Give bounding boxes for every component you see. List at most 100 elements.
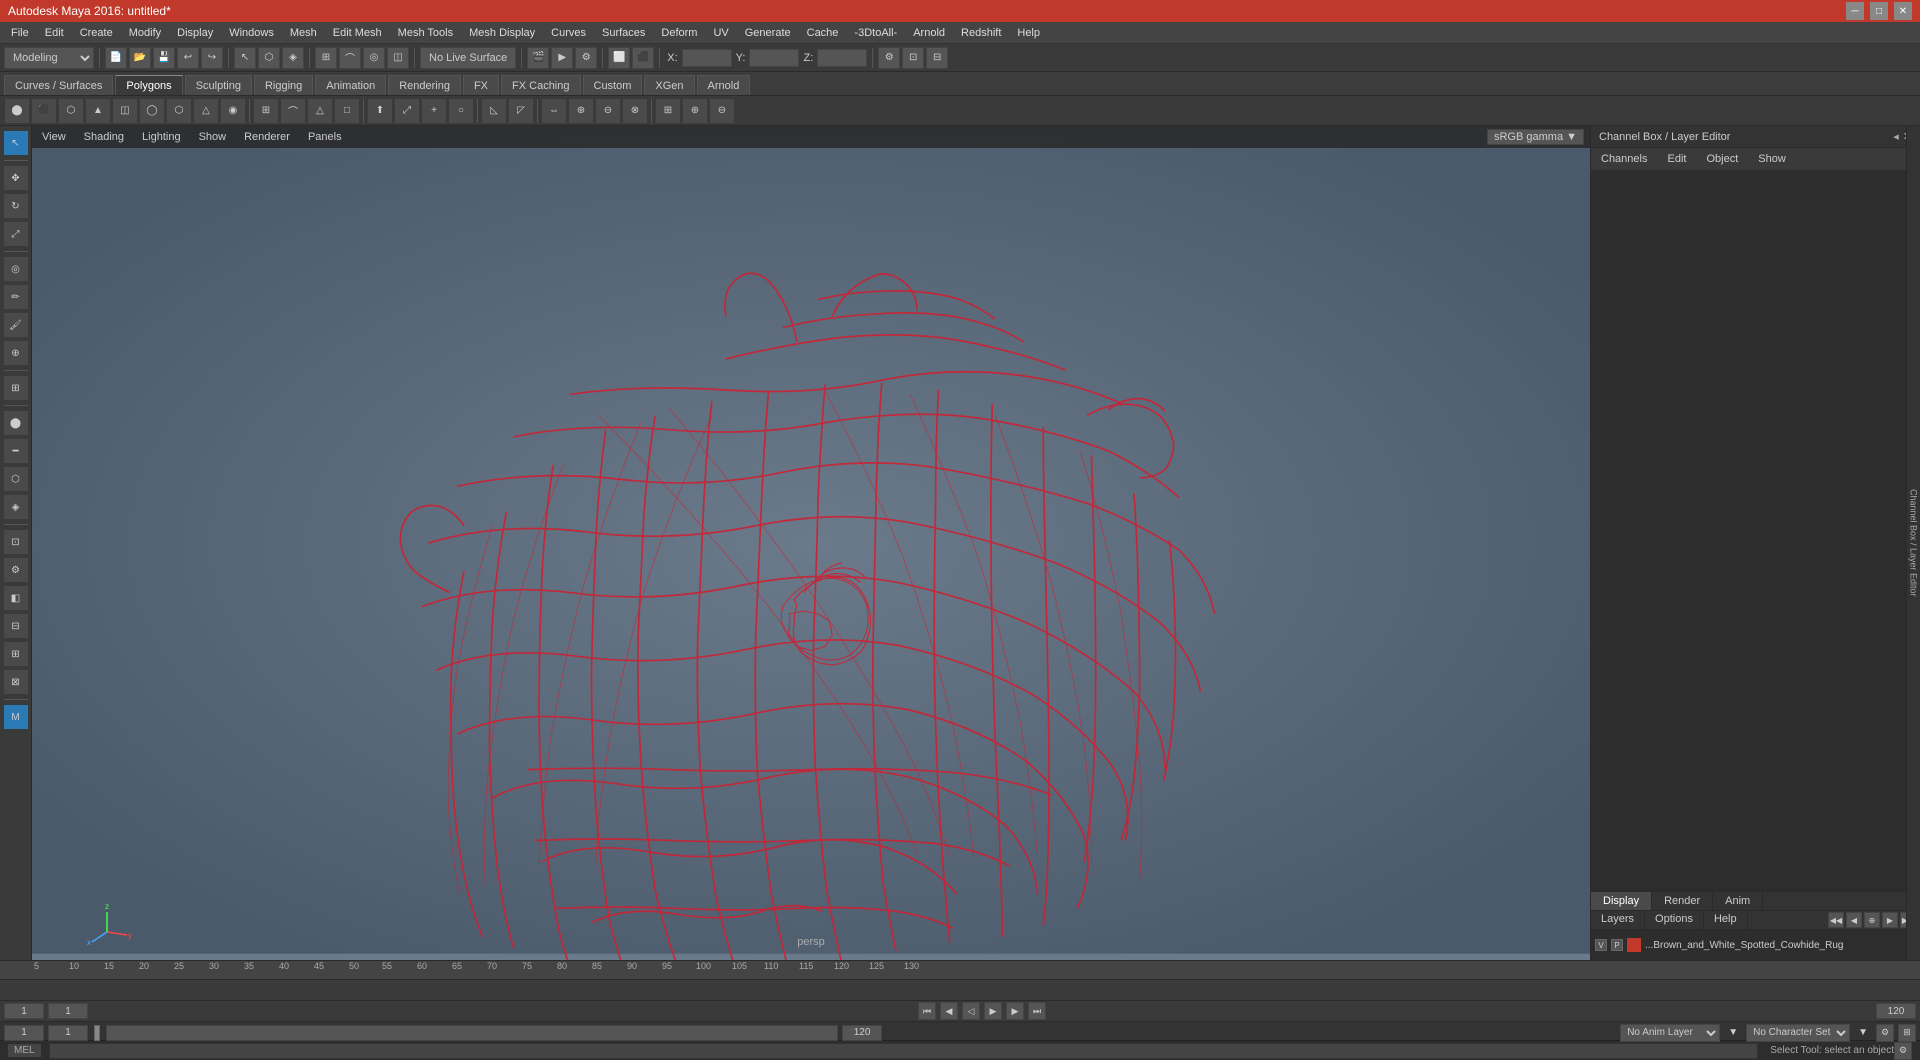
subdivide-btn[interactable]: ⊞ bbox=[253, 98, 279, 124]
channel-box-expand-btn[interactable]: ◂ bbox=[1893, 130, 1899, 143]
scale-btn[interactable]: ⤢ bbox=[3, 221, 29, 247]
mirror-btn[interactable]: ⇔ bbox=[541, 98, 567, 124]
menu-arnold[interactable]: Arnold bbox=[906, 25, 952, 41]
layer-poly-btn[interactable]: P bbox=[1611, 939, 1623, 951]
snap-grid-btn[interactable]: ⊞ bbox=[315, 47, 337, 69]
gamma-selector[interactable]: sRGB gamma ▼ bbox=[1487, 129, 1584, 145]
x-input[interactable] bbox=[682, 49, 732, 67]
right-panel-vtab[interactable]: Channel Box / Layer Editor bbox=[1906, 126, 1920, 960]
current-frame-field[interactable]: 1 bbox=[48, 1003, 88, 1019]
options-sub-tab[interactable]: Options bbox=[1645, 911, 1704, 929]
shrink-sel-btn[interactable]: ⊖ bbox=[709, 98, 735, 124]
vp-renderer-menu[interactable]: Renderer bbox=[240, 130, 294, 144]
extra-btn1[interactable]: ⊡ bbox=[902, 47, 924, 69]
tab-rendering[interactable]: Rendering bbox=[388, 75, 461, 95]
maximize-button[interactable]: □ bbox=[1870, 2, 1888, 20]
display-mode-btn[interactable]: ⊡ bbox=[3, 529, 29, 555]
tab-animation[interactable]: Animation bbox=[315, 75, 386, 95]
menu-help[interactable]: Help bbox=[1010, 25, 1047, 41]
menu-edit[interactable]: Edit bbox=[38, 25, 71, 41]
menu-uv[interactable]: UV bbox=[706, 25, 735, 41]
layer-color-swatch[interactable] bbox=[1627, 938, 1641, 952]
append-btn[interactable]: + bbox=[421, 98, 447, 124]
rewind-to-start-btn[interactable]: ⏮ bbox=[918, 1002, 936, 1020]
selection-constraint-btn[interactable]: ⊞ bbox=[655, 98, 681, 124]
vp-lighting-menu[interactable]: Lighting bbox=[138, 130, 185, 144]
paint-btn[interactable]: ◈ bbox=[282, 47, 304, 69]
tab-fx[interactable]: FX bbox=[463, 75, 499, 95]
soft-mod-btn[interactable]: ◎ bbox=[3, 256, 29, 282]
tab-rigging[interactable]: Rigging bbox=[254, 75, 313, 95]
chamfer-btn[interactable]: ◸ bbox=[508, 98, 534, 124]
mode-selector[interactable]: Modeling bbox=[4, 47, 94, 69]
layer-icon-2[interactable]: ◀ bbox=[1846, 912, 1862, 928]
poly-prism-btn[interactable]: ⬡ bbox=[166, 98, 192, 124]
anim-tab[interactable]: Anim bbox=[1713, 892, 1763, 910]
menu-curves[interactable]: Curves bbox=[544, 25, 593, 41]
layers-sub-tab[interactable]: Layers bbox=[1591, 911, 1645, 929]
no-live-surface-btn[interactable]: No Live Surface bbox=[420, 47, 516, 69]
component3-btn[interactable]: ⬡ bbox=[3, 466, 29, 492]
menu-create[interactable]: Create bbox=[73, 25, 120, 41]
menu-surfaces[interactable]: Surfaces bbox=[595, 25, 652, 41]
menu-deform[interactable]: Deform bbox=[654, 25, 704, 41]
command-input[interactable] bbox=[49, 1043, 1759, 1059]
paint-skin-btn[interactable]: 🖌 bbox=[3, 312, 29, 338]
menu-3dtoall[interactable]: -3DtoAll- bbox=[847, 25, 904, 41]
close-button[interactable]: ✕ bbox=[1894, 2, 1912, 20]
component1-btn[interactable]: ⬤ bbox=[3, 410, 29, 436]
layer-icon-1[interactable]: ◀◀ bbox=[1828, 912, 1844, 928]
poly-pipe-btn[interactable]: ◉ bbox=[220, 98, 246, 124]
snap-curve-btn[interactable]: ⌒ bbox=[339, 47, 361, 69]
display-tab[interactable]: Display bbox=[1591, 892, 1652, 910]
snap-sel-btn[interactable]: ⊞ bbox=[3, 375, 29, 401]
settings-btn[interactable]: ⚙ bbox=[878, 47, 900, 69]
viewport[interactable]: View Shading Lighting Show Renderer Pane… bbox=[32, 126, 1590, 960]
play-fwd-btn[interactable]: ▶ bbox=[984, 1002, 1002, 1020]
open-file-btn[interactable]: 📂 bbox=[129, 47, 151, 69]
artisan-btn[interactable]: ◧ bbox=[3, 585, 29, 611]
layout2-btn[interactable]: ⬛ bbox=[632, 47, 654, 69]
menu-redshift[interactable]: Redshift bbox=[954, 25, 1008, 41]
layer-vis-btn[interactable]: V bbox=[1595, 939, 1607, 951]
timeline-settings-btn[interactable]: ⚙ bbox=[1876, 1024, 1894, 1042]
extrude-btn[interactable]: ⬆ bbox=[367, 98, 393, 124]
boolean-btn[interactable]: ⊗ bbox=[622, 98, 648, 124]
extra-left-btn3[interactable]: ⊠ bbox=[3, 669, 29, 695]
tab-curves-surfaces[interactable]: Curves / Surfaces bbox=[4, 75, 113, 95]
vp-shading-menu[interactable]: Shading bbox=[80, 130, 128, 144]
start-frame-field[interactable]: 1 bbox=[4, 1003, 44, 1019]
layer-icon-4[interactable]: ▶ bbox=[1882, 912, 1898, 928]
tab-xgen[interactable]: XGen bbox=[644, 75, 694, 95]
undo-btn[interactable]: ↩ bbox=[177, 47, 199, 69]
range-inner-start[interactable]: 1 bbox=[48, 1025, 88, 1041]
timeline-extra-btn[interactable]: ⊞ bbox=[1898, 1024, 1916, 1042]
timeline-track[interactable] bbox=[0, 979, 1920, 1001]
menu-generate[interactable]: Generate bbox=[738, 25, 798, 41]
layer-icon-3[interactable]: ⊕ bbox=[1864, 912, 1880, 928]
bridge-btn[interactable]: ⤢ bbox=[394, 98, 420, 124]
menu-mesh-display[interactable]: Mesh Display bbox=[462, 25, 542, 41]
help-sub-tab[interactable]: Help bbox=[1704, 911, 1748, 929]
bevel-btn[interactable]: ◺ bbox=[481, 98, 507, 124]
save-file-btn[interactable]: 💾 bbox=[153, 47, 175, 69]
fill-hole-btn[interactable]: ○ bbox=[448, 98, 474, 124]
ch-tab-object[interactable]: Object bbox=[1704, 152, 1740, 166]
character-set-select[interactable]: No Character Set bbox=[1746, 1024, 1850, 1042]
move-btn[interactable]: ✥ bbox=[3, 165, 29, 191]
y-input[interactable] bbox=[749, 49, 799, 67]
z-input[interactable] bbox=[817, 49, 867, 67]
step-back-btn[interactable]: ◀ bbox=[940, 1002, 958, 1020]
snap-point-btn[interactable]: ◎ bbox=[363, 47, 385, 69]
smooth-btn[interactable]: ⌒ bbox=[280, 98, 306, 124]
grow-sel-btn[interactable]: ⊕ bbox=[682, 98, 708, 124]
poly-cone-btn[interactable]: ▲ bbox=[85, 98, 111, 124]
tab-sculpting[interactable]: Sculpting bbox=[185, 75, 252, 95]
range-slider[interactable] bbox=[106, 1025, 838, 1041]
range-start-field[interactable]: 1 bbox=[4, 1025, 44, 1041]
component4-btn[interactable]: ◈ bbox=[3, 494, 29, 520]
poly-cube-btn[interactable]: ⬛ bbox=[31, 98, 57, 124]
end-frame-field[interactable]: 120 bbox=[1876, 1003, 1916, 1019]
menu-file[interactable]: File bbox=[4, 25, 36, 41]
extra-left-btn2[interactable]: ⊞ bbox=[3, 641, 29, 667]
